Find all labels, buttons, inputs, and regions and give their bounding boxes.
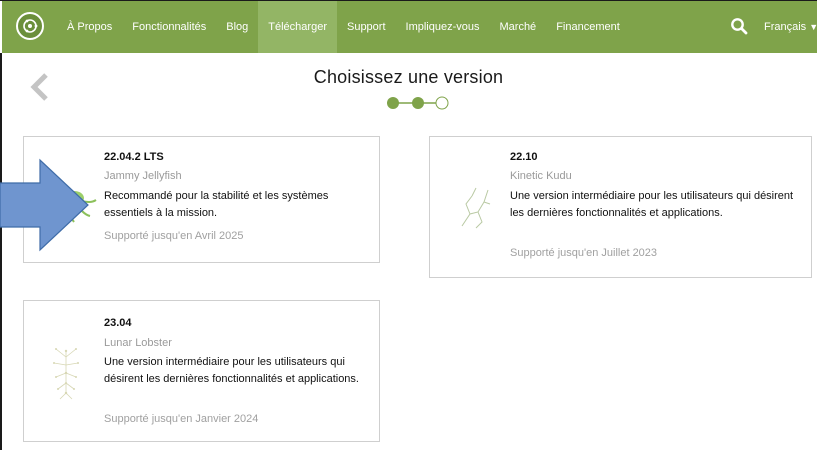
version-number: 22.04.2 LTS [104, 151, 164, 163]
progress-steps [387, 96, 449, 110]
version-codename: Kinetic Kudu [510, 170, 572, 182]
version-description: Une version intermédiaire pour les utili… [104, 356, 359, 385]
lobster-icon [53, 348, 79, 400]
nav-menu: À Propos Fonctionnalités Blog Télécharge… [57, 1, 630, 53]
version-card-22-10[interactable]: 22.10 Kinetic Kudu Une version intermédi… [429, 136, 812, 278]
version-codename: Jammy Jellyfish [104, 170, 182, 182]
step-dot-1 [387, 97, 399, 109]
support-period: Supporté jusqu'en Avril 2025 [104, 230, 244, 242]
language-selector[interactable]: Français ▼ [764, 1, 817, 53]
version-number: 22.10 [510, 151, 538, 163]
nav-item-support[interactable]: Support [337, 1, 396, 53]
nav-item-marche[interactable]: Marché [490, 1, 547, 53]
search-icon[interactable] [730, 17, 748, 35]
support-period: Supporté jusqu'en Janvier 2024 [104, 413, 259, 425]
nav-item-telecharger[interactable]: Télécharger [258, 1, 337, 53]
nav-item-fonctionnalites[interactable]: Fonctionnalités [122, 1, 216, 53]
step-dot-2 [412, 97, 424, 109]
nav-item-financement[interactable]: Financement [546, 1, 630, 53]
version-card-23-04[interactable]: 23.04 Lunar Lobster Une version interméd… [23, 300, 380, 442]
nav-item-a-propos[interactable]: À Propos [57, 1, 122, 53]
page-title: Choisissez une version [313, 67, 504, 87]
version-description: Une version intermédiaire pour les utili… [510, 190, 794, 219]
nav-item-impliquez-vous[interactable]: Impliquez-vous [396, 1, 490, 53]
top-nav-bar: À Propos Fonctionnalités Blog Télécharge… [2, 1, 817, 53]
language-label: Français [764, 21, 807, 33]
support-period: Supporté jusqu'en Juillet 2023 [510, 247, 658, 259]
nav-item-blog[interactable]: Blog [216, 1, 258, 53]
caret-down-icon: ▼ [809, 22, 817, 32]
logo-icon[interactable] [16, 12, 44, 40]
kudu-icon [461, 187, 491, 229]
version-description: Recommandé pour la stabilité et les syst… [104, 190, 329, 219]
version-number: 23.04 [104, 317, 132, 329]
step-dot-3 [435, 96, 449, 110]
version-codename: Lunar Lobster [104, 337, 172, 349]
pointer-arrow-icon [0, 158, 89, 252]
